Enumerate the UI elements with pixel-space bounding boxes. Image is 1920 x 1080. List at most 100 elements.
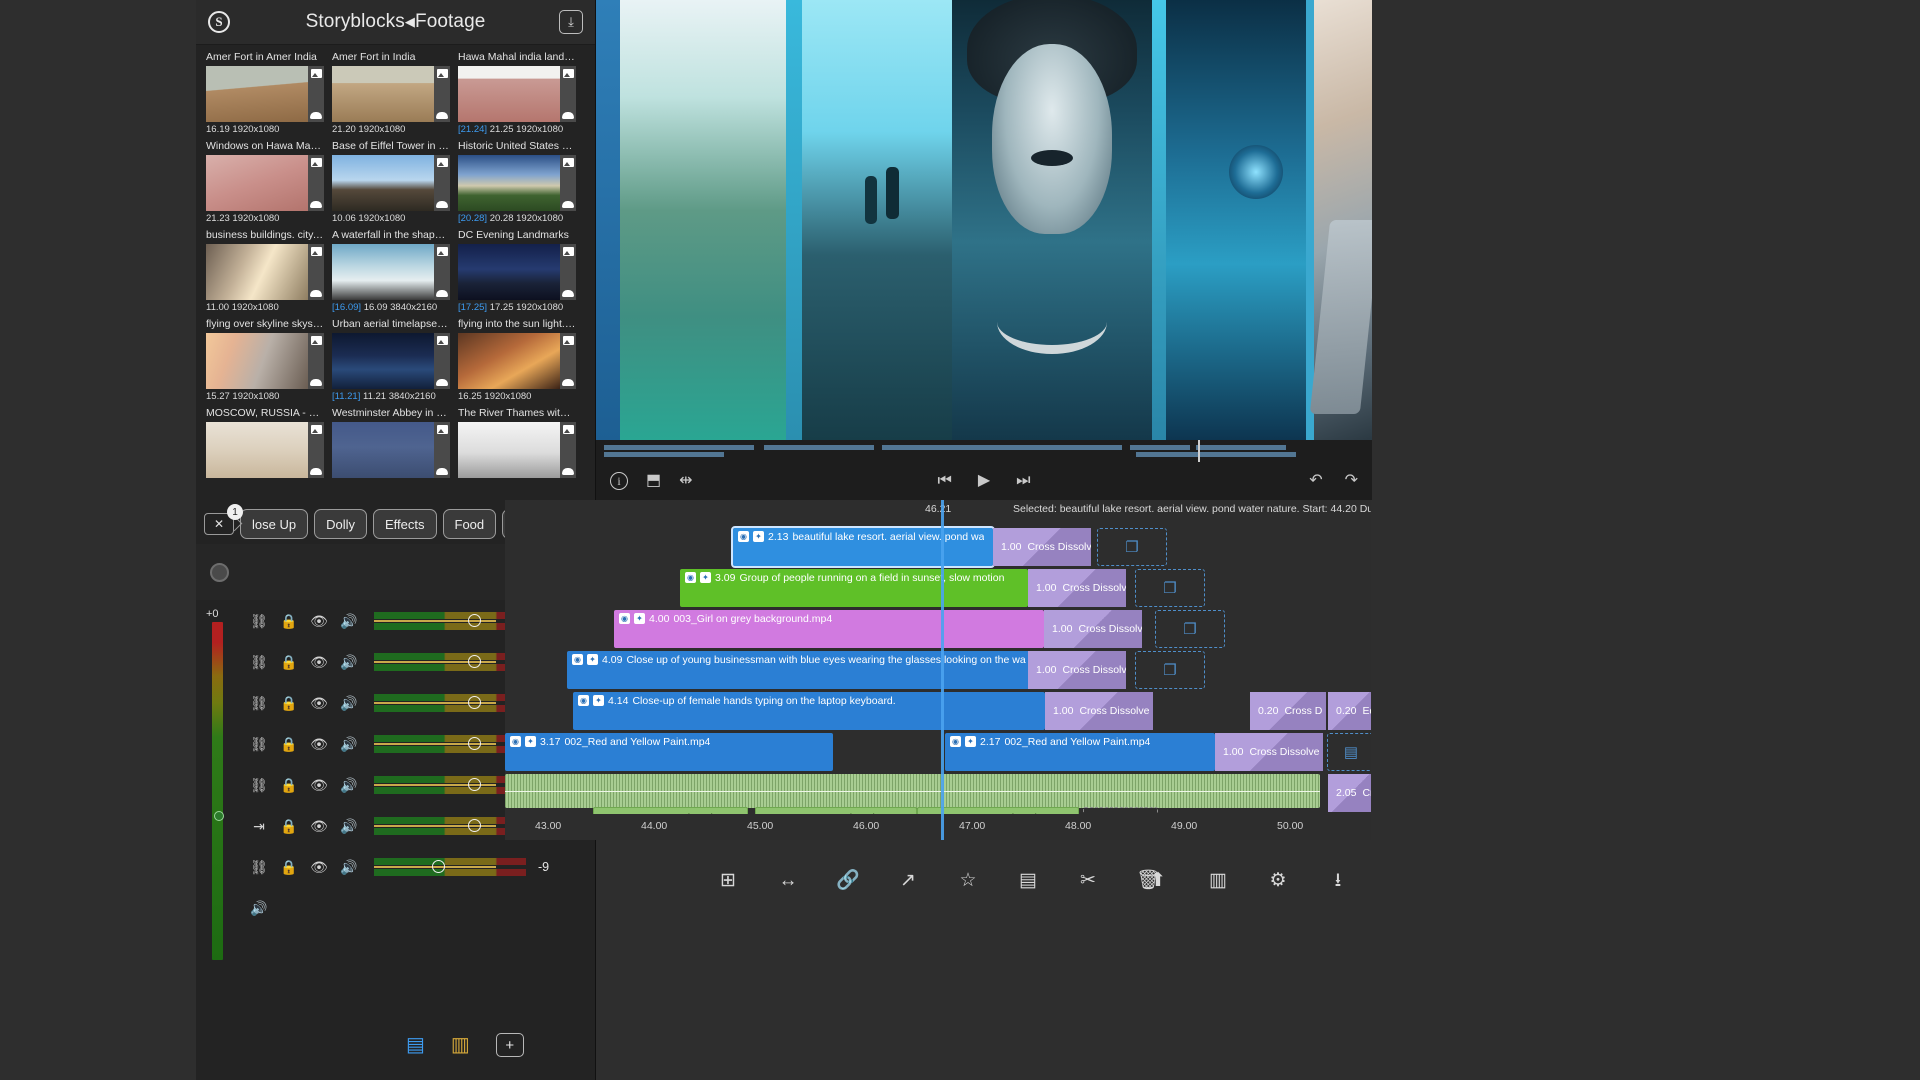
audio-icon[interactable]: 🔊 — [334, 655, 364, 669]
volume-slider[interactable] — [374, 693, 526, 713]
cloud-icon[interactable] — [310, 379, 322, 386]
timeline-transition[interactable]: 2.05Cro — [1328, 774, 1371, 812]
marker-icon[interactable]: ⬒ — [646, 473, 661, 489]
cloud-icon[interactable] — [436, 379, 448, 386]
volume-handle[interactable] — [468, 655, 481, 668]
volume-handle[interactable] — [468, 614, 481, 627]
clip-settings-icon[interactable]: ◉ — [572, 654, 583, 665]
timeline-panel[interactable]: 46.21 Selected: beautiful lake resort. a… — [505, 500, 1371, 840]
media-grid-container[interactable]: Amer Fort in Amer India16.19 1920x1080Am… — [196, 45, 595, 544]
link-icon[interactable]: 🔊 — [244, 901, 274, 915]
visibility-icon[interactable]: 👁 — [304, 696, 334, 710]
cloud-icon[interactable] — [436, 468, 448, 475]
visibility-icon[interactable]: 👁 — [304, 655, 334, 669]
clip-fx-icon[interactable]: ✦ — [753, 531, 764, 542]
volume-slider[interactable] — [374, 816, 526, 836]
media-card[interactable]: flying into the sun light. n...16.25 192… — [458, 318, 576, 403]
lock-icon[interactable]: 🔒 — [274, 778, 304, 792]
clear-filters-button[interactable]: 1 ✕ — [204, 513, 234, 535]
clip-settings-icon[interactable]: ◉ — [950, 736, 961, 747]
media-thumbnail[interactable] — [458, 333, 560, 389]
expand-icon[interactable]: ↔ — [775, 867, 801, 893]
tag-pill-effects[interactable]: Effects — [373, 509, 437, 539]
lock-icon[interactable]: 🔒 — [274, 655, 304, 669]
timeline-audio-clip[interactable] — [505, 774, 1320, 808]
clip-settings-icon[interactable]: ◉ — [685, 572, 696, 583]
media-card[interactable]: Hawa Mahal india landmark[21.24] 21.25 1… — [458, 51, 576, 136]
undo-icon[interactable]: ↶ — [1309, 473, 1322, 489]
clipboard-icon[interactable]: ▤ — [1015, 867, 1041, 893]
audio-icon[interactable]: 🔊 — [334, 778, 364, 792]
clip-fx-icon[interactable]: ✦ — [587, 654, 598, 665]
timeline-clip[interactable]: ◉✦3.17002_Red and Yellow Paint.mp4 — [505, 733, 833, 771]
settings-icon[interactable]: ⚙ — [1265, 867, 1291, 893]
visibility-icon[interactable]: 👁 — [304, 778, 334, 792]
media-thumbnail[interactable] — [332, 155, 434, 211]
media-card[interactable]: flying over skyline skyscra...15.27 1920… — [206, 318, 324, 403]
media-card[interactable]: business buildings. city. b...11.00 1920… — [206, 229, 324, 314]
link-icon[interactable]: ⛓ — [244, 614, 274, 628]
master-meter-knob[interactable] — [214, 811, 224, 821]
viewer-playhead[interactable] — [1198, 440, 1200, 462]
image-icon[interactable] — [437, 247, 448, 256]
media-thumbnail[interactable] — [332, 333, 434, 389]
media-thumbnail[interactable] — [206, 333, 308, 389]
cloud-icon[interactable] — [436, 201, 448, 208]
media-thumbnail[interactable] — [332, 422, 434, 478]
cloud-icon[interactable] — [562, 290, 574, 297]
cloud-icon[interactable] — [310, 201, 322, 208]
link-icon[interactable]: ⛓ — [244, 696, 274, 710]
timeline-placeholder[interactable]: ❐ — [1097, 528, 1167, 566]
media-card[interactable]: DC Evening Landmarks[17.25] 17.25 1920x1… — [458, 229, 576, 314]
clip-settings-icon[interactable]: ◉ — [510, 736, 521, 747]
record-dot-icon[interactable] — [210, 563, 229, 582]
import-icon[interactable]: ⭳ — [1325, 867, 1351, 893]
timeline-transition[interactable]: 0.20Ed — [1328, 692, 1371, 730]
add-clip-icon[interactable]: ⊞ — [715, 867, 741, 893]
timeline-transition[interactable]: 1.00Cross Dissolve — [1044, 610, 1142, 648]
timeline-clip[interactable]: ◉✦2.17002_Red and Yellow Paint.mp4 — [945, 733, 1215, 771]
tag-pill-dolly[interactable]: Dolly — [314, 509, 367, 539]
cloud-icon[interactable] — [310, 112, 322, 119]
timeline-clip[interactable]: ◉✦4.00003_Girl on grey background.mp4 — [614, 610, 1044, 648]
media-thumbnail[interactable] — [458, 155, 560, 211]
timeline-clip[interactable]: ◉✦4.14Close-up of female hands typing on… — [573, 692, 1045, 730]
link-icon[interactable]: ⇥ — [244, 819, 274, 833]
link-icon[interactable]: ⛓ — [244, 778, 274, 792]
timeline-transition[interactable]: 1.00Cross Dissolve — [1215, 733, 1323, 771]
image-icon[interactable] — [437, 336, 448, 345]
download-icon[interactable]: ⤓ — [559, 10, 583, 34]
media-thumbnail[interactable] — [332, 66, 434, 122]
volume-handle[interactable] — [468, 737, 481, 750]
timeline-clip[interactable]: ◉✦4.09Close up of young businessman with… — [567, 651, 1043, 689]
play-icon[interactable]: ▶ — [978, 473, 990, 489]
skip-next-icon[interactable]: ⏭ — [1016, 473, 1030, 489]
image-icon[interactable] — [563, 69, 574, 78]
clip-fx-icon[interactable]: ✦ — [525, 736, 536, 747]
image-icon[interactable] — [311, 69, 322, 78]
audio-icon[interactable]: 🔊 — [334, 614, 364, 628]
image-icon[interactable] — [311, 336, 322, 345]
media-card[interactable]: Historic United States Ca...[20.28] 20.2… — [458, 140, 576, 225]
timeline-placeholder[interactable]: ▤ — [1327, 733, 1371, 771]
image-icon[interactable] — [437, 158, 448, 167]
timeline-placeholder[interactable]: ❐ — [1155, 610, 1225, 648]
clip-settings-icon[interactable]: ◉ — [578, 695, 589, 706]
media-card[interactable]: Windows on Hawa Mahal21.23 1920x1080 — [206, 140, 324, 225]
image-icon[interactable] — [563, 158, 574, 167]
audio-icon[interactable]: 🔊 — [334, 819, 364, 833]
media-card[interactable]: MOSCOW, RUSSIA - 28 S... — [206, 407, 324, 480]
audio-icon[interactable]: 🔊 — [334, 696, 364, 710]
clip-settings-icon[interactable]: ◉ — [619, 613, 630, 624]
media-thumbnail[interactable] — [458, 422, 560, 478]
timeline-transition[interactable]: 1.00Cross Dissolve — [1045, 692, 1153, 730]
image-icon[interactable] — [311, 158, 322, 167]
image-icon[interactable] — [311, 425, 322, 434]
media-card[interactable]: Base of Eiffel Tower in Paris10.06 1920x… — [332, 140, 450, 225]
timeline-clip[interactable]: ◉✦2.13beautiful lake resort. aerial view… — [733, 528, 993, 566]
volume-slider[interactable] — [374, 857, 526, 877]
image-icon[interactable] — [563, 336, 574, 345]
media-card[interactable]: Amer Fort in Amer India16.19 1920x1080 — [206, 51, 324, 136]
visibility-icon[interactable]: 👁 — [304, 860, 334, 874]
add-track-button[interactable]: + — [496, 1033, 524, 1057]
